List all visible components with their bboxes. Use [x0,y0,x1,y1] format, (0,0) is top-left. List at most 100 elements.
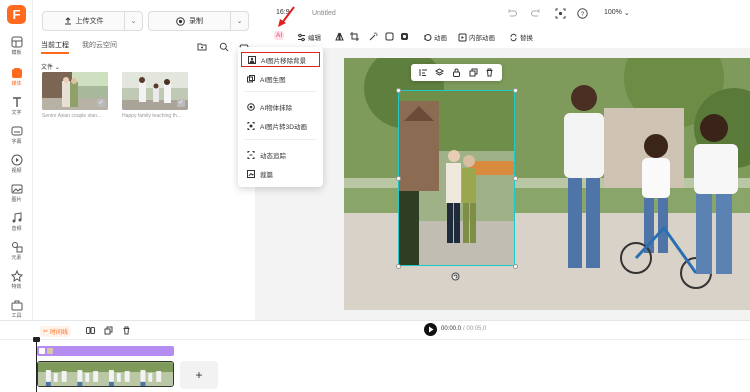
media-icon [11,68,22,78]
file-name: Happy family teaching th... [122,113,181,119]
crop-icon [247,169,255,178]
menu-item-3d-animation[interactable]: AI图片转3D动画 [241,118,320,133]
new-folder-button[interactable] [195,40,209,54]
duplicate-icon[interactable] [469,68,478,77]
upload-button-group[interactable]: 上传文件 ⌄ [42,11,143,31]
panel-tabs: 当前工程 我的云空间 [41,40,117,54]
delete-icon[interactable] [485,68,494,77]
menu-divider [244,91,317,92]
upload-button[interactable]: 上传文件 [43,12,124,30]
couple-photo [399,91,514,265]
files-section-label: 文件 [41,65,54,71]
ai-icon: AI [276,32,283,39]
remove-bg-icon [248,55,256,64]
tab-cloud-space[interactable]: 我的云空间 [82,40,117,54]
ai-tools-toggle[interactable]: AI [274,31,285,40]
file-card[interactable]: ✓ Happy family teaching th... [122,72,188,119]
video-track[interactable] [37,361,174,387]
split-icon[interactable] [86,326,95,335]
crop-button[interactable] [350,32,359,41]
ai-tools-menu: AI图片移除背景 AI图生图 AI物体抹除 AI图片转3D动画 动态追踪 裁篇 [238,47,323,187]
record-dropdown[interactable]: ⌄ [230,12,248,30]
redo-icon[interactable] [531,8,541,18]
timeline-icon: ✂ [43,329,49,335]
zoom-select[interactable]: 100% ⌄ [604,9,630,17]
rail-label: 音频 [11,226,22,232]
3d-animation-icon [247,121,255,130]
playhead-knob[interactable] [33,337,40,342]
resize-handle[interactable] [513,264,518,269]
app-logo[interactable]: F [7,5,26,24]
rail-media[interactable]: 媒体 [0,67,33,87]
file-name: Senior Asian couple stan... [42,113,102,119]
help-button[interactable]: ? [577,8,588,21]
play-button[interactable] [424,323,437,336]
undo-icon[interactable] [507,8,517,18]
selected-image-layer[interactable] [398,90,515,266]
replace-icon [510,33,517,41]
rail-subtitle[interactable]: 字幕 [0,125,33,145]
clip-thumb [47,348,53,354]
add-clip-button[interactable]: + [180,361,218,389]
animation-button[interactable]: 动画 [423,32,447,42]
search-button[interactable] [217,40,231,54]
lock-icon[interactable] [452,68,461,77]
record-button-group[interactable]: 录制 ⌄ [148,11,249,31]
rail-elements[interactable]: 元素 [0,241,33,261]
resize-handle[interactable] [396,176,401,181]
menu-item-motion-tracking[interactable]: 动态追踪 [241,147,320,162]
rotate-handle[interactable] [451,272,460,283]
mask-button[interactable] [400,32,409,41]
resize-handle[interactable] [513,176,518,181]
image-track[interactable] [37,346,174,356]
project-title[interactable]: Untitled [312,10,336,17]
timeline-ruler [0,339,750,340]
rail-text[interactable]: 文字 [0,96,33,116]
video-frames [38,362,173,386]
rail-effects[interactable]: 特效 [0,270,33,290]
rail-image[interactable]: 图片 [0,183,33,203]
rail-template[interactable]: 模板 [0,36,33,56]
resize-handle[interactable] [513,88,518,93]
eraser-icon [247,102,255,111]
file-card[interactable]: ✓ Senior Asian couple stan... [42,72,108,119]
rail-tools[interactable]: 工具 [0,299,33,319]
replace-button[interactable]: 替换 [509,32,533,42]
rail-label: 媒体 [11,81,22,87]
rail-video[interactable]: 视频 [0,154,33,174]
layers-icon[interactable] [435,68,445,77]
align-icon[interactable] [419,68,428,77]
edit-button[interactable]: 编辑 [297,32,321,42]
search-icon [219,42,229,52]
timeline-toggle[interactable]: ✂ 时间线 [40,326,72,337]
flip-button[interactable] [335,32,344,41]
menu-item-label: AI物体抹除 [260,104,293,112]
time-total: / 00:05.0 [463,326,487,332]
inner-animation-button[interactable]: 内部动画 [458,32,495,42]
inner-animation-label: 内部动画 [469,35,495,42]
record-button[interactable]: 录制 [149,12,230,30]
elements-icon [11,242,22,253]
menu-item-remove-background[interactable]: AI图片移除背景 [241,52,320,67]
menu-item-object-eraser[interactable]: AI物体抹除 [241,99,320,114]
resize-handle[interactable] [396,88,401,93]
menu-item-image-to-image[interactable]: AI图生图 [241,71,320,86]
chevron-down-icon: ⌄ [236,18,243,25]
menu-item-crop[interactable]: 裁篇 [241,166,320,181]
duplicate-icon[interactable] [104,326,113,335]
rail-audio[interactable]: 音频 [0,212,33,232]
record-icon [176,16,185,26]
menu-item-label: 裁篇 [260,171,273,179]
screenshot-button[interactable] [555,8,566,21]
delete-icon[interactable] [122,326,131,335]
edit-toolbar: AI 编辑 动画 内部动画 替换 [255,6,750,48]
tab-current-project[interactable]: 当前工程 [41,40,69,54]
adjust-button[interactable] [369,32,378,41]
rail-label: 文字 [11,110,22,116]
subtitle-icon [11,126,22,136]
time-current: 00:00.0 [441,326,462,332]
border-button[interactable] [385,32,394,41]
upload-dropdown[interactable]: ⌄ [124,12,142,30]
resize-handle[interactable] [396,264,401,269]
files-section-toggle[interactable]: 文件 ⌄ [41,62,60,71]
